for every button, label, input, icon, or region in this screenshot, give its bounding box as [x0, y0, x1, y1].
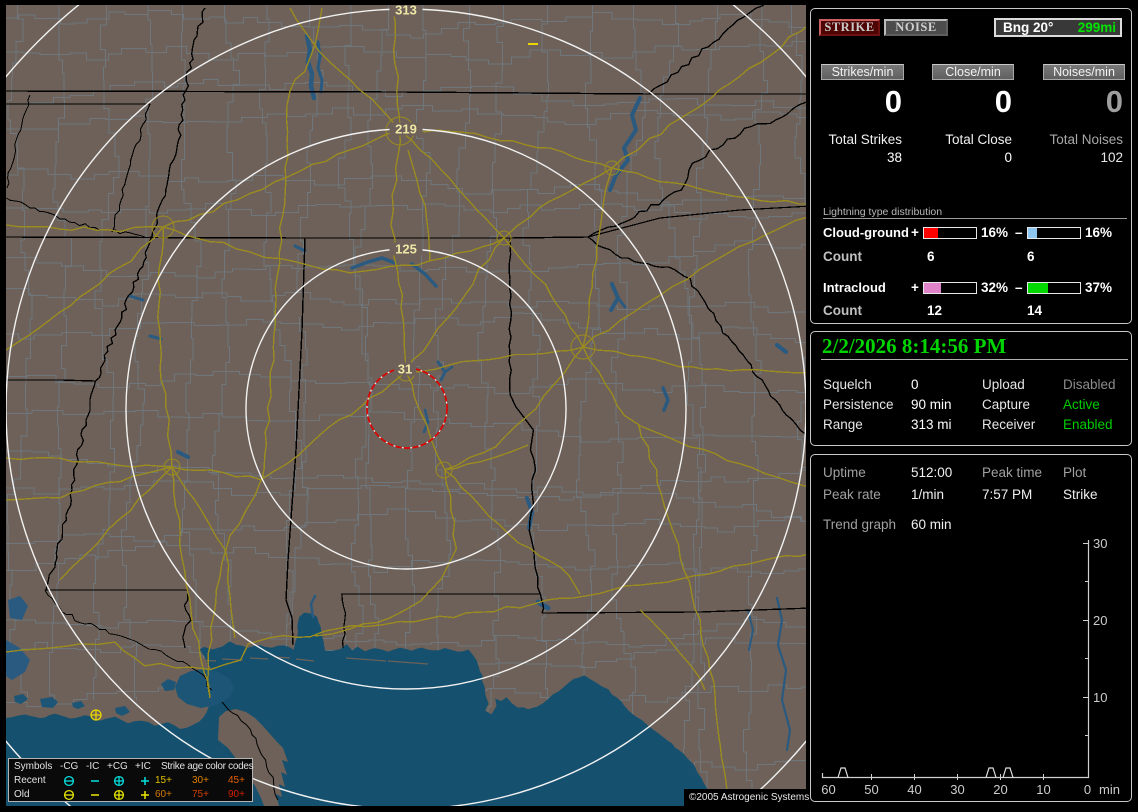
svg-text:219: 219 [395, 122, 417, 137]
svg-text:313: 313 [395, 5, 417, 18]
svg-text:125: 125 [395, 242, 417, 257]
svg-text:31: 31 [398, 362, 412, 377]
